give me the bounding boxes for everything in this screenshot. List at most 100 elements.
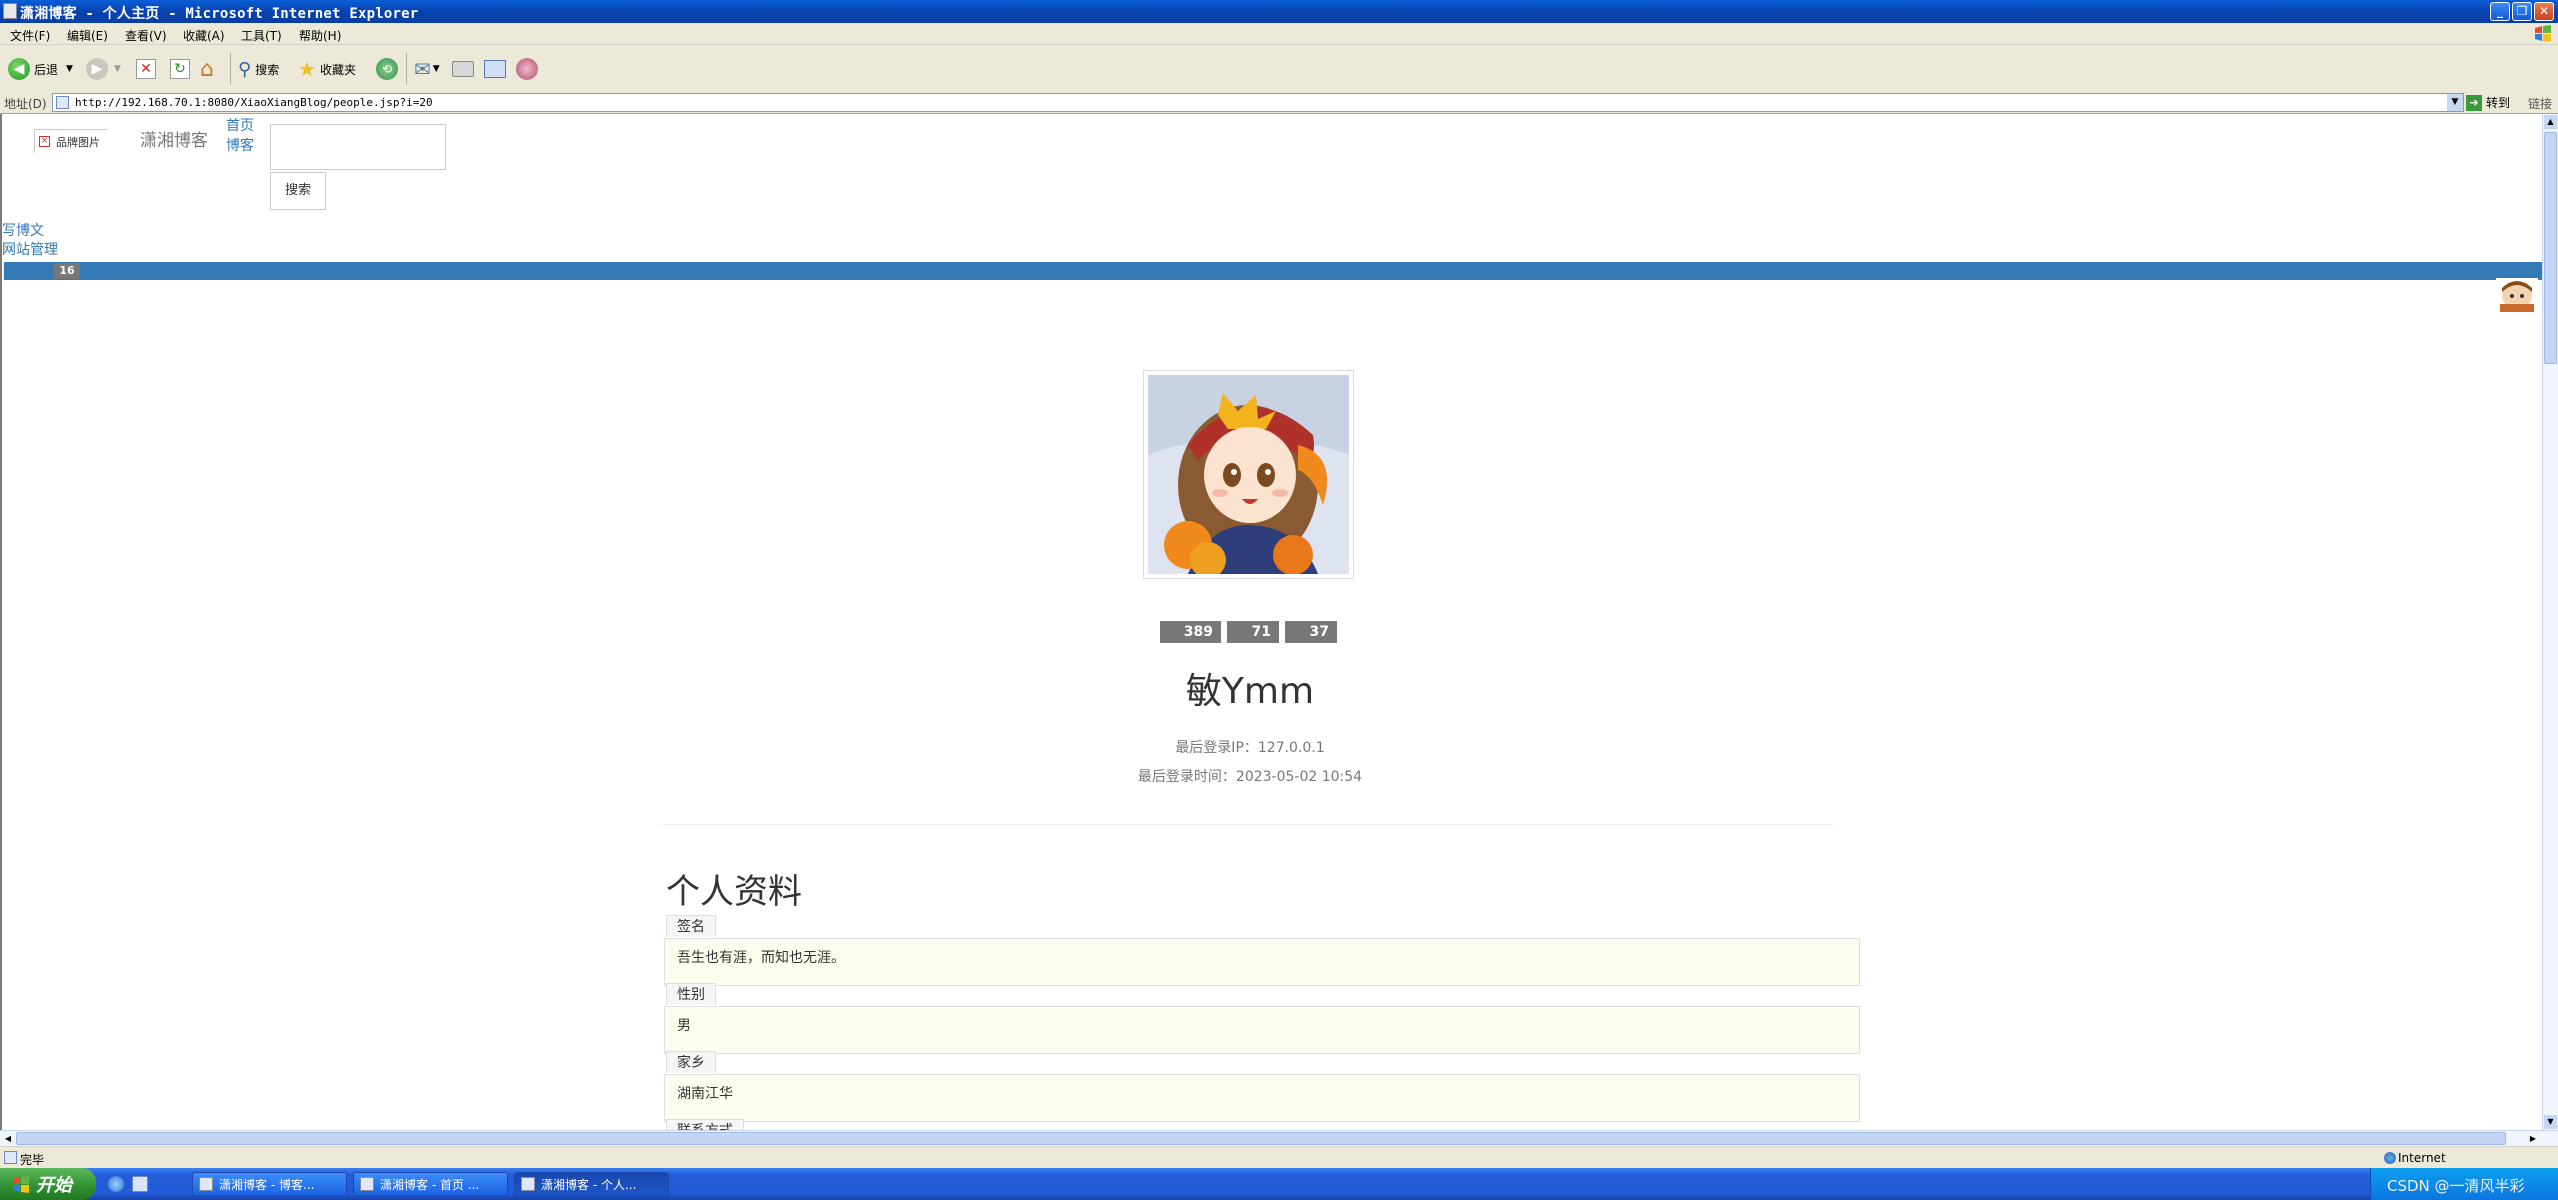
forward-dropdown-icon[interactable]: ▼ — [114, 64, 121, 74]
scroll-right-icon[interactable]: ▶ — [2526, 1132, 2540, 1145]
go-button[interactable]: ➜ 转到 — [2466, 93, 2518, 112]
edit-page-icon — [484, 60, 506, 78]
quicklaunch-ie-icon[interactable] — [108, 1176, 124, 1192]
taskbar: 开始 潇湘博客 - 博客... 潇湘博客 - 首页 ... 潇湘博客 - 个人.… — [0, 1168, 2558, 1200]
history-button[interactable]: ⟲ — [376, 55, 398, 83]
site-admin-link[interactable]: 网站管理 — [2, 239, 58, 259]
vertical-scroll-thumb[interactable] — [2544, 132, 2557, 364]
field-value-hometown: 湖南江华 — [664, 1074, 1860, 1122]
messenger-button[interactable] — [516, 55, 538, 83]
address-bar: 地址(D) http://192.168.70.1:8080/XiaoXiang… — [0, 92, 2558, 114]
scroll-up-icon[interactable]: ▲ — [2544, 115, 2557, 129]
taskbar-item-label: 潇湘博客 - 个人... — [541, 1177, 637, 1192]
menu-file[interactable]: 文件(F) — [10, 27, 50, 44]
print-button[interactable] — [452, 55, 474, 83]
nav-home-link[interactable]: 首页 — [226, 115, 254, 135]
section-title: 个人资料 — [666, 872, 802, 912]
search-button[interactable]: ⚲ 搜索 — [238, 55, 279, 83]
system-tray: CSDN @一清风半彩 — [2370, 1168, 2558, 1200]
status-text: 完毕 — [20, 1153, 45, 1167]
back-button[interactable]: ◀ 后退 ▼ — [8, 55, 73, 83]
printer-icon — [452, 61, 474, 77]
brand-image[interactable]: × 品牌图片 — [34, 129, 108, 153]
avatar-image — [1148, 375, 1349, 578]
address-dropdown-icon[interactable]: ▼ — [2447, 94, 2463, 111]
search-input[interactable] — [270, 124, 446, 170]
favorites-label: 收藏夹 — [319, 62, 356, 77]
last-login-time: 最后登录时间：2023-05-02 10:54 — [1137, 769, 1363, 785]
forward-arrow-icon: ▶ — [86, 58, 108, 80]
stat-badge-fans[interactable]: 71 — [1227, 621, 1279, 643]
horizontal-scrollbar[interactable]: ◀ ▶ — [0, 1130, 2558, 1146]
window-titlebar[interactable]: 潇湘博客 - 个人主页 - Microsoft Internet Explore… — [0, 0, 2558, 23]
go-arrow-icon: ➜ — [2466, 94, 2482, 111]
stop-button[interactable]: ✕ — [136, 55, 156, 83]
username: 敏Ymm — [1185, 671, 1315, 712]
search-label: 搜索 — [255, 62, 280, 77]
menu-help[interactable]: 帮助(H) — [299, 27, 341, 44]
address-url: http://192.168.70.1:8080/XiaoXiangBlog/p… — [75, 96, 433, 109]
brand-name[interactable]: 潇湘博客 — [140, 126, 208, 151]
address-label: 地址(D) — [4, 97, 47, 111]
menu-tools[interactable]: 工具(T) — [241, 27, 282, 44]
links-button[interactable]: 链接 — [2528, 95, 2552, 112]
windows-logo-icon — [2535, 25, 2551, 42]
stat-badge-follows[interactable]: 37 — [1285, 621, 1337, 643]
back-arrow-icon: ◀ — [8, 58, 30, 80]
nav-blog-link[interactable]: 博客 — [226, 135, 254, 155]
ie-page-icon — [3, 3, 17, 19]
horizontal-scroll-thumb[interactable] — [16, 1132, 2506, 1145]
go-label: 转到 — [2486, 96, 2511, 110]
nav-bar — [4, 262, 2544, 280]
restore-button[interactable]: ❐ — [2512, 2, 2532, 21]
csdn-watermark: CSDN @一清风半彩 — [2387, 1177, 2525, 1195]
write-post-link[interactable]: 写博文 — [2, 220, 44, 240]
scroll-left-icon[interactable]: ◀ — [1, 1132, 15, 1145]
broken-image-icon: × — [39, 136, 50, 147]
menu-view[interactable]: 查看(V) — [125, 27, 167, 44]
divider — [662, 824, 1834, 825]
edit-button[interactable] — [484, 55, 506, 83]
minimize-button[interactable]: _ — [2490, 2, 2510, 21]
browser-toolbar: ◀ 后退 ▼ ▶ ▼ ✕ ↻ ⌂ ⚲ 搜索 ★ 收藏夹 ⟲ ✉ ▼ — [0, 45, 2558, 93]
history-icon: ⟲ — [376, 58, 398, 80]
back-label: 后退 — [34, 62, 59, 77]
back-dropdown-icon[interactable]: ▼ — [66, 64, 73, 74]
menu-favorites[interactable]: 收藏(A) — [183, 27, 225, 44]
field-value-signature: 吾生也有涯，而知也无涯。 — [664, 938, 1860, 986]
messenger-icon — [516, 58, 538, 80]
address-input[interactable]: http://192.168.70.1:8080/XiaoXiangBlog/p… — [52, 93, 2464, 112]
field-value-gender: 男 — [664, 1006, 1860, 1054]
quicklaunch-desktop-icon[interactable] — [132, 1176, 148, 1192]
refresh-button[interactable]: ↻ — [170, 55, 190, 83]
taskbar-item-label: 潇湘博客 - 博客... — [219, 1177, 315, 1192]
close-button[interactable]: ✕ — [2534, 2, 2554, 21]
stat-badge-posts[interactable]: 389 — [1160, 621, 1221, 643]
start-label: 开始 — [36, 1175, 72, 1196]
forward-button[interactable]: ▶ ▼ — [86, 55, 121, 83]
page-viewport: × 品牌图片 潇湘博客 首页 博客 搜索 写博文 网站管理 16 389 71 … — [0, 114, 2544, 1130]
magnifier-icon: ⚲ — [238, 58, 252, 80]
ie-task-icon — [360, 1177, 374, 1191]
taskbar-item-blog[interactable]: 潇湘博客 - 博客... — [192, 1172, 347, 1196]
user-avatar — [1143, 370, 1354, 579]
taskbar-item-home[interactable]: 潇湘博客 - 首页 ... — [353, 1172, 508, 1196]
mail-button[interactable]: ✉ ▼ — [414, 55, 440, 83]
corner-avatar-icon[interactable] — [2496, 278, 2538, 312]
mail-dropdown-icon[interactable]: ▼ — [433, 64, 440, 74]
scroll-down-icon[interactable]: ▼ — [2544, 1115, 2557, 1129]
security-zone: Internet — [2398, 1151, 2446, 1165]
vertical-scrollbar[interactable]: ▲ ▼ — [2542, 114, 2558, 1130]
favorites-button[interactable]: ★ 收藏夹 — [298, 55, 356, 83]
home-icon: ⌂ — [200, 56, 214, 82]
field-label-signature: 签名 — [666, 915, 716, 937]
field-label-contact: 联系方式 — [666, 1119, 744, 1130]
notification-badge[interactable]: 16 — [54, 263, 80, 279]
taskbar-item-label: 潇湘博客 - 首页 ... — [380, 1177, 480, 1192]
search-submit-button[interactable]: 搜索 — [270, 172, 326, 210]
home-button[interactable]: ⌂ — [200, 55, 214, 83]
ie-task-icon — [521, 1177, 535, 1191]
start-button[interactable]: 开始 — [0, 1168, 96, 1200]
menu-edit[interactable]: 编辑(E) — [67, 27, 108, 44]
taskbar-item-profile[interactable]: 潇湘博客 - 个人... — [514, 1172, 669, 1196]
